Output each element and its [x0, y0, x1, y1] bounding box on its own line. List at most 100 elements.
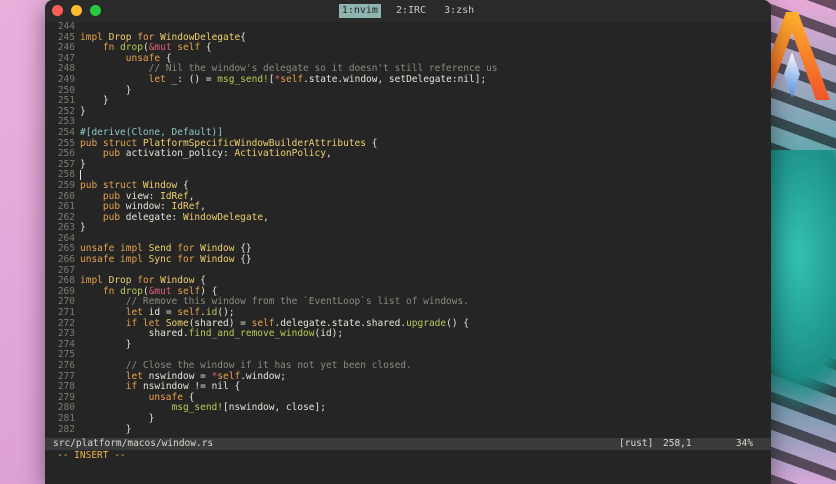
code-line[interactable]: 256 pub activation_policy: ActivationPol… [45, 148, 771, 160]
code-token: impl [80, 275, 109, 287]
code-token: self [177, 307, 201, 319]
code-token: self [251, 317, 275, 329]
code-token: // Nil the window's delegate so it doesn… [80, 63, 498, 75]
code-token: for [177, 243, 201, 255]
code-token: PlatformSpecificWindowBuilderAttributes [142, 137, 366, 149]
code-token: ) { [200, 285, 218, 297]
line-number: 276 [57, 360, 75, 371]
code-token: pub struct [80, 137, 143, 149]
code-token: for [137, 275, 161, 287]
code-token: (id); [314, 328, 344, 340]
tmux-tab-1[interactable]: 1:nvim [338, 4, 381, 18]
code-token: } [80, 222, 86, 234]
code-token: { [365, 137, 378, 149]
code-token: for [137, 31, 161, 43]
line-number: 254 [57, 126, 75, 138]
code-line[interactable]: 266 unsafe impl Sync for Window {} [45, 254, 771, 266]
code-token: } [80, 105, 86, 117]
code-token: self [177, 42, 201, 54]
code-token: let [125, 307, 149, 319]
code-token: Window [200, 254, 241, 266]
code-token: view: [125, 190, 161, 202]
statusline-file-path: src/platform/macos/window.rs [53, 438, 214, 449]
code-editor[interactable]: 244 245 impl Drop for WindowDelegate{246 f… [45, 22, 771, 436]
line-number: 281 [57, 412, 75, 424]
code-token: self [280, 73, 304, 85]
code-line[interactable]: 282 } [45, 423, 771, 436]
code-token: #[derive(Clone, Default)] [80, 126, 223, 138]
code-token: self [217, 370, 241, 382]
text-cursor [80, 170, 81, 181]
code-token: window: [125, 201, 172, 213]
minimize-window-button[interactable] [71, 5, 82, 16]
code-text: pub activation_policy: ActivationPolicy, [80, 148, 332, 160]
code-line[interactable]: 250 } [45, 84, 771, 97]
code-token: { [160, 52, 172, 64]
code-token: .window; [240, 370, 286, 382]
code-token: let [148, 73, 172, 85]
code-line[interactable]: 252} [45, 105, 771, 118]
code-token: IdRef [171, 201, 201, 213]
code-token: shared. [80, 328, 189, 340]
close-window-button[interactable] [52, 5, 63, 16]
code-token: } [80, 423, 132, 435]
code-token: pub [102, 190, 126, 202]
code-token: } [80, 338, 132, 350]
code-line[interactable]: 257} [45, 158, 771, 171]
tmux-tab-2[interactable]: 2:IRC [393, 4, 429, 18]
code-token: Window [160, 275, 201, 287]
code-token: , [325, 148, 332, 160]
code-token: } [80, 84, 132, 96]
code-token: if [125, 381, 143, 393]
code-token: &mut [148, 285, 178, 297]
code-line[interactable]: 263} [45, 222, 771, 234]
code-text: unsafe impl Sync for Window {} [80, 254, 252, 266]
code-line[interactable]: 262 pub delegate: WindowDelegate, [45, 211, 771, 224]
code-token: pub [102, 148, 126, 160]
code-token: find_and_remove_window [188, 328, 315, 340]
code-token: unsafe impl [80, 243, 149, 255]
code-token: { [182, 391, 195, 403]
code-token: _: () = [171, 73, 218, 85]
code-token: &mut [148, 42, 178, 54]
code-token: [nswindow, close]; [223, 402, 326, 414]
code-text: } [80, 158, 86, 171]
code-token: Some [165, 317, 189, 329]
tmux-tab-3[interactable]: 3:zsh [441, 4, 477, 18]
code-token: , [200, 201, 206, 213]
code-token: let [125, 370, 149, 382]
code-token: pub [102, 201, 126, 213]
code-token: fn [102, 285, 121, 297]
code-token: WindowDelegate [182, 211, 264, 223]
line-number: 282 [57, 423, 75, 435]
code-line[interactable]: 249 let _: () = msg_send![*self.state.wi… [45, 73, 771, 86]
code-text: } [80, 423, 132, 436]
zoom-window-button[interactable] [90, 5, 101, 16]
code-token: , [263, 211, 269, 223]
statusline-percent: 34% [735, 438, 753, 449]
code-token: () { [446, 317, 470, 329]
title-bar[interactable]: 1:nvim 2:IRC 3:zsh [45, 0, 771, 22]
code-token: unsafe [125, 52, 161, 64]
code-line[interactable]: 251 } [45, 95, 771, 107]
vim-mode-indicator: -- INSERT -- [57, 450, 126, 461]
statusline-cursor-position: 258,1 [663, 438, 692, 449]
code-line[interactable]: 281 } [45, 412, 771, 425]
code-line[interactable]: 274 } [45, 338, 771, 351]
code-token: Sync [148, 254, 178, 266]
code-line[interactable]: 273 shared.find_and_remove_window(id); [45, 328, 771, 340]
code-token: { [240, 31, 246, 43]
code-text: pub delegate: WindowDelegate, [80, 211, 269, 224]
code-token: { [200, 275, 206, 287]
code-token: } [80, 158, 86, 170]
code-token: // Remove this window from the `EventLoo… [80, 296, 469, 308]
code-token: } [80, 412, 155, 424]
terminal-window[interactable]: 1:nvim 2:IRC 3:zsh 244 245 impl Drop for Win… [45, 0, 771, 484]
